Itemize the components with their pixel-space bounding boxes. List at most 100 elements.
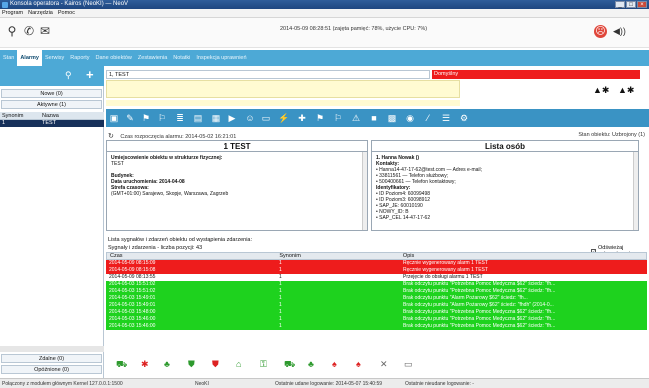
table-row[interactable]: 2014-05-09 08:15:09 1 Ręcznie wygenerowany… [106,260,647,267]
horizontal-scrollbar[interactable] [0,346,104,352]
menu-tools[interactable]: Narzędzia [28,9,53,17]
cell-opis: Ręcznie wygenerowany alarm 1 TEST [403,260,488,266]
team-alt-icon[interactable]: ⚐ [332,112,344,124]
column-synonim[interactable]: Synonim [276,253,400,259]
tab-zestawienia[interactable]: Zestawienia [135,50,170,66]
tab-raporty[interactable]: Raporty [67,50,92,66]
car-icon[interactable]: ⛟ [284,359,295,371]
tab-dane-obiektow[interactable]: Dane obiektów [93,50,135,66]
persons-scrollbar[interactable] [633,152,638,230]
column-czas[interactable]: Czas [107,253,276,259]
sad-face-icon[interactable]: ☹ [594,25,607,38]
refresh-icon[interactable]: ↻ [108,133,114,140]
table-row[interactable]: 2014-05-03 15:51:02 1 Brak odczytu punktu … [106,288,647,295]
column-opis[interactable]: Opis [400,253,646,259]
info-line: (GMT+01:00) Sarajewo, Skopje, Warszawa, … [111,191,229,197]
table-row[interactable]: 1 TEST [0,120,104,127]
minimize-button[interactable]: _ [615,1,625,8]
notify-icon[interactable]: ⚠ [350,112,362,124]
run-icon[interactable]: ⚑ [140,112,152,124]
window-title: Konsola operatora - Kairos (NeoKI) — Neo… [10,1,129,7]
house-icon[interactable]: ⌂ [236,359,241,369]
alarm-red2-icon[interactable]: ♠ [356,359,361,369]
object-state: Stan obiektu: Uzbrojony (1) [578,132,645,138]
menu-bar: Program Narzędzia Pomoc [0,9,649,18]
truck-icon[interactable]: ⛟ [116,359,127,371]
picture-icon[interactable]: ▦ [210,112,222,124]
table-row[interactable]: 2014-05-03 15:48:00 1 Brak odczytu punktu … [106,309,647,316]
object-info-scrollbar[interactable] [362,152,367,230]
done-alarms-button[interactable]: Zdalne (0) [1,354,102,363]
cell-opis: Brak odczytu punktu "Potrzebna Pomoc Med… [403,323,556,329]
table-row[interactable]: 2014-05-03 15:51:02 1 Brak odczytu punktu … [106,281,647,288]
close-button[interactable]: × [637,1,647,8]
active-alarms-button[interactable]: Aktywne (1) [1,100,102,109]
pen-icon[interactable]: ⁄ [422,112,434,124]
escalate-icon[interactable]: ▲✱ [593,85,609,95]
grid-icon[interactable]: ▩ [386,112,398,124]
tab-alarmy[interactable]: Alarmy [17,50,42,66]
alarm-bell-icon[interactable]: ♣ [308,359,314,369]
new-alarms-button[interactable]: Nowe (0) [1,89,102,98]
tab-stan[interactable]: Stan [0,50,17,66]
team-icon[interactable]: ⚑ [314,112,326,124]
tab-inspekcja[interactable]: Inspekcja uprawnień [193,50,249,66]
form-icon[interactable]: ▣ [108,112,120,124]
alarm-type: Domyślny [432,70,640,79]
alarm-header: 1, TEST Domyślny [106,70,640,79]
alarm-table-header: Synonim Nazwa [0,112,104,120]
last-login: Ostatnie udane logowanie: 2014-05-07 15:… [275,381,383,387]
table-row[interactable]: 2014-05-03 15:46:00 1 Brak odczytu punktu … [106,323,647,330]
lock-icon[interactable]: ⚿ [260,359,267,370]
alarm-red-icon[interactable]: ♠ [332,359,337,369]
run-alt-icon[interactable]: ⚐ [156,112,168,124]
list-icon[interactable]: ≣ [174,112,186,124]
column-synonim[interactable]: Synonim [0,112,40,119]
cancel-icon[interactable]: ✕ [380,359,388,370]
table-row[interactable]: 2014-05-03 15:46:00 1 Brak odczytu punktu … [106,316,647,323]
handle-icon[interactable]: ⚙ [458,112,470,124]
card-icon[interactable]: ▤ [192,112,204,124]
action-icon-strip: ▣ ✎ ⚑ ⚐ ≣ ▤ ▦ ▶ ☺ ▭ ⚡ ✚ ⚑ ⚐ ⚠ ■ ▩ ◉ ⁄ ☰ … [106,109,649,127]
run-fast-icon[interactable]: ⚡ [278,112,290,124]
tab-notatki[interactable]: Notatki [170,50,193,66]
document-icon[interactable]: ▭ [260,112,272,124]
search-icon[interactable]: ⚲ [65,70,72,81]
wifi-icon[interactable]: ◉ [404,112,416,124]
phone-icon[interactable]: ✆ [22,24,36,38]
table-row[interactable]: 2014-05-03 15:49:01 1 Brak odczytu punktu … [106,302,647,309]
table-row[interactable]: 2014-05-03 15:49:01 1 Brak odczytu punktu … [106,295,647,302]
bell-star-icon[interactable]: ✱ [141,359,149,370]
list-check-icon[interactable]: ☰ [440,112,452,124]
postponed-alarms-button[interactable]: Opóźnione (0) [1,365,102,374]
menu-program[interactable]: Program [2,9,23,17]
table-row[interactable]: 2014-05-09 08:13:55 1 Przejęcie do obsługi… [106,274,647,281]
shield-icon[interactable]: ⛊ [188,359,195,370]
object-info-body: Umiejscowienie obiektu w strukturze fizy… [107,152,367,200]
cell-synonim: 1 [279,309,282,315]
escalate-all-icon[interactable]: ▲✱ [618,85,634,95]
square-icon[interactable]: ■ [368,112,380,124]
alarm-note-input[interactable] [106,80,460,98]
shield-alert-icon[interactable]: ⛊ [212,359,219,370]
speaker-icon[interactable]: ◀)) [613,26,626,37]
column-nazwa[interactable]: Nazwa [40,112,104,119]
cross-icon[interactable]: ✚ [296,112,308,124]
row-synonim: 1 [2,120,6,126]
menu-help[interactable]: Pomoc [58,9,75,17]
envelope-icon[interactable]: ✉ [38,24,52,38]
video-icon[interactable]: ▶ [226,112,238,124]
bell-icon[interactable]: ♣ [164,359,170,369]
person-icon[interactable]: ☺ [244,112,256,124]
cell-synonim: 1 [279,260,282,266]
cell-opis: Brak odczytu punktu "Potrzebna Pomoc Med… [403,288,556,294]
table-row[interactable]: 2014-05-09 08:15:08 1 Ręcznie wygenerowany… [106,267,647,274]
add-icon[interactable]: + [86,67,94,82]
keyboard-icon[interactable]: ▭ [404,359,413,370]
edit-icon[interactable]: ✎ [124,112,136,124]
cell-synonim: 1 [279,316,282,322]
maximize-button[interactable]: □ [626,1,636,8]
tab-serwisy[interactable]: Serwisy [42,50,67,66]
location-pin-icon[interactable]: ⚲ [5,24,19,38]
signals-count: Sygnały i zdarzenia - liczba pozycji: 43 [108,245,203,251]
